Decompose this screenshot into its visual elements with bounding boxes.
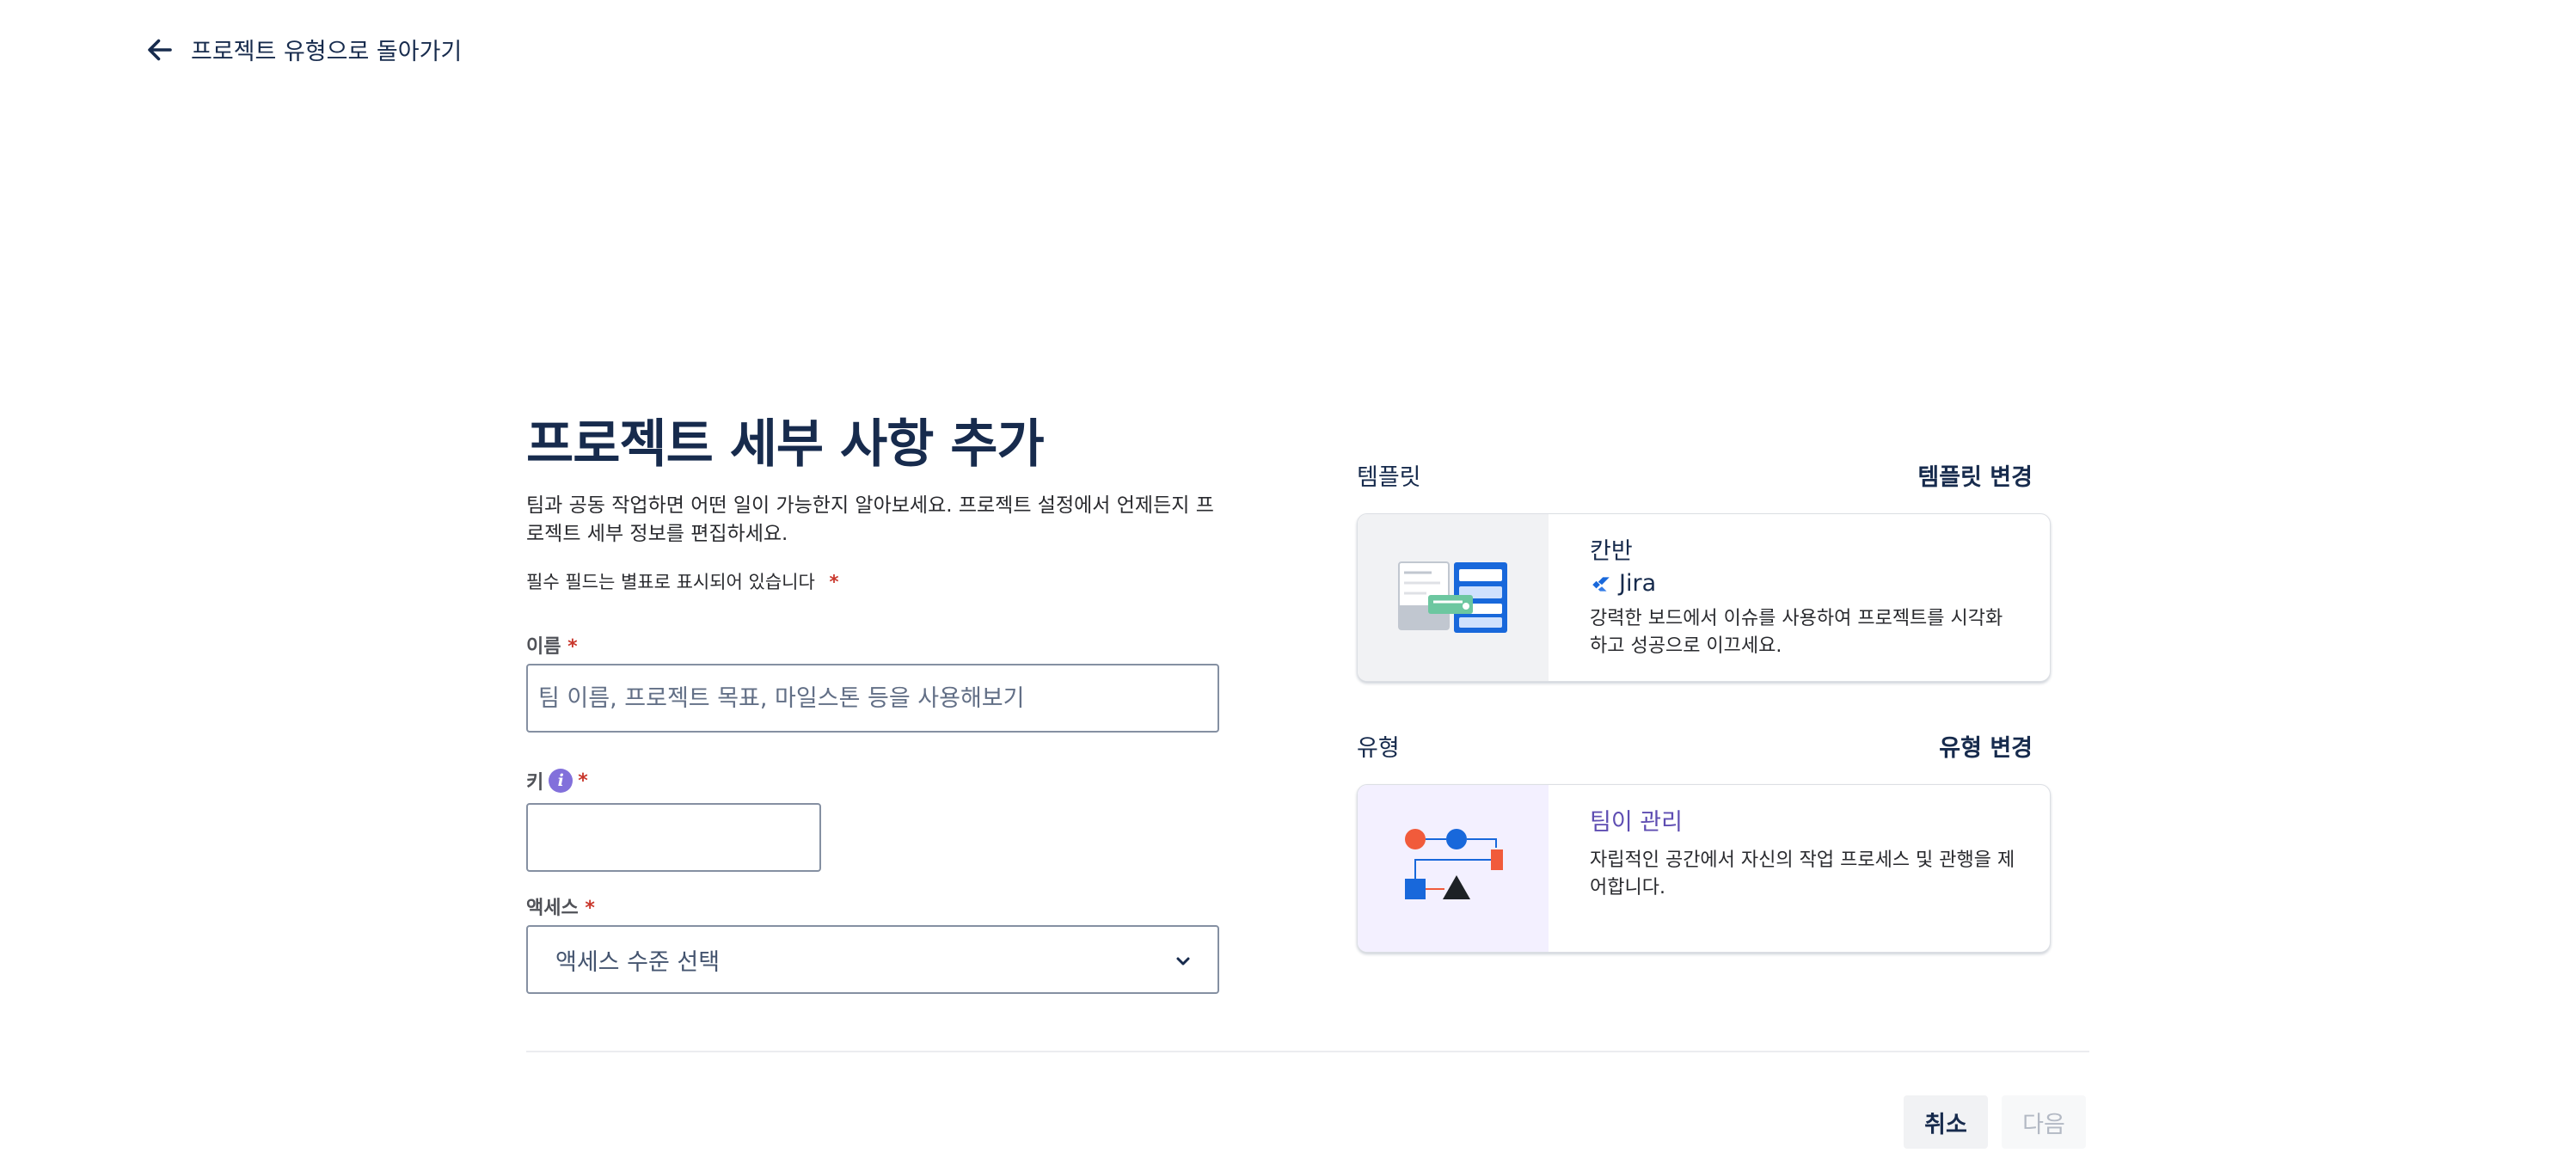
key-label-text: 키 — [526, 772, 544, 794]
template-card-body: 칸반 Jira 강력한 보드에서 이슈를 사용하여 프로젝트를 시각화하고 성공… — [1549, 514, 2050, 681]
required-note-text: 필수 필드는 별표로 표시되어 있습니다 — [526, 572, 815, 592]
type-section-heading: 유형 — [1357, 735, 1400, 762]
key-field-label: 키 i * — [526, 767, 588, 794]
change-template-button[interactable]: 템플릿 변경 — [1917, 458, 2033, 492]
required-asterisk: * — [829, 572, 839, 592]
page-description: 팀과 공동 작업하면 어떤 일이 가능한지 알아보세요. 프로젝트 설정에서 언… — [526, 494, 1214, 545]
project-type-card[interactable]: 팀이 관리 자립적인 공간에서 자신의 작업 프로세스 및 관행을 제어합니다. — [1357, 784, 2051, 953]
template-description: 강력한 보드에서 이슈를 사용하여 프로젝트를 시각화하고 성공으로 이끄세요. — [1590, 608, 2003, 657]
required-asterisk: * — [567, 636, 578, 658]
access-select-value: 액세스 수준 선택 — [555, 948, 721, 976]
change-type-button[interactable]: 유형 변경 — [1939, 729, 2033, 763]
arrow-left-icon — [148, 39, 172, 60]
template-name: 칸반 — [1590, 538, 1633, 565]
name-field-label: 이름 * — [526, 631, 578, 659]
footer-divider — [526, 1051, 2089, 1052]
access-label-text: 액세스 — [526, 898, 579, 919]
jira-product-label: Jira — [1590, 567, 2050, 600]
back-to-project-types-link[interactable]: 프로젝트 유형으로 돌아가기 — [144, 33, 462, 66]
info-icon[interactable]: i — [549, 769, 573, 793]
name-input[interactable] — [526, 664, 1219, 733]
type-card-body: 팀이 관리 자립적인 공간에서 자신의 작업 프로세스 및 관행을 제어합니다. — [1549, 785, 2050, 952]
jira-product-name: Jira — [1619, 570, 1657, 597]
template-section-heading: 템플릿 — [1357, 464, 1421, 491]
back-link-label: 프로젝트 유형으로 돌아가기 — [191, 39, 463, 65]
required-asterisk: * — [585, 898, 595, 919]
cancel-button[interactable]: 취소 — [1904, 1095, 1988, 1149]
required-fields-note: 필수 필드는 별표로 표시되어 있습니다 * — [526, 568, 839, 594]
access-level-select[interactable]: 액세스 수준 선택 — [526, 925, 1219, 994]
kanban-board-illustration — [1358, 514, 1549, 681]
template-card[interactable]: 칸반 Jira 강력한 보드에서 이슈를 사용하여 프로젝트를 시각화하고 성공… — [1357, 513, 2051, 682]
team-managed-illustration — [1358, 785, 1549, 952]
name-label-text: 이름 — [526, 636, 561, 658]
project-type-name: 팀이 관리 — [1590, 809, 1683, 836]
required-asterisk: * — [578, 770, 588, 792]
project-type-description: 자립적인 공간에서 자신의 작업 프로세스 및 관행을 제어합니다. — [1590, 849, 2015, 898]
key-input[interactable] — [526, 803, 821, 872]
page-title: 프로젝트 세부 사항 추가 — [526, 414, 1045, 475]
jira-logo-icon — [1592, 577, 1610, 592]
next-button[interactable]: 다음 — [2002, 1095, 2086, 1149]
chevron-down-icon — [1176, 957, 1190, 966]
access-field-label: 액세스 * — [526, 892, 595, 920]
